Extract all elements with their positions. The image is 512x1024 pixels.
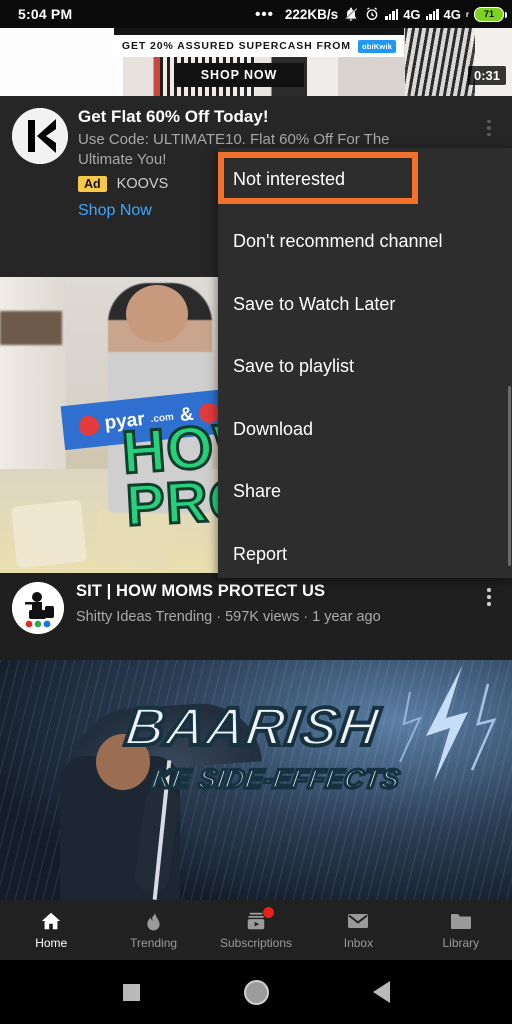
ad-badge: Ad <box>78 176 107 193</box>
nav-item-subscriptions[interactable]: Subscriptions <box>205 900 307 960</box>
home-icon <box>40 910 62 932</box>
context-menu[interactable]: Not interested Don't recommend channel S… <box>218 148 512 578</box>
bell-off-icon <box>343 6 359 22</box>
alarm-icon <box>364 6 380 22</box>
envelope-icon <box>346 910 370 932</box>
nav-item-library[interactable]: Library <box>410 900 512 960</box>
nav-label-inbox: Inbox <box>343 936 374 950</box>
flame-icon <box>143 910 164 932</box>
ad-overflow-menu-icon[interactable] <box>476 112 502 144</box>
ad-title: Get Flat 60% Off Today! <box>78 107 269 126</box>
network-speed-label: 222KB/s <box>284 6 339 22</box>
koovs-logo <box>12 108 68 164</box>
triangle-back-icon[interactable] <box>372 981 390 1003</box>
network-type-1: 4G <box>403 6 421 22</box>
status-bar: 5:04 PM ••• 222KB/s 4G 4G r 71 <box>0 0 512 28</box>
banner-stripe-pattern-2 <box>405 28 475 96</box>
menu-item-not-interested[interactable]: Not interested <box>218 148 512 211</box>
circle-home-icon[interactable] <box>243 979 269 1005</box>
thumb2-title-sub: KE SIDE-EFFECTS <box>148 763 403 796</box>
mobikwik-logo: obiKwik <box>357 39 397 53</box>
status-time: 5:04 PM <box>18 6 73 22</box>
youtube-app-screen: 5:04 PM ••• 222KB/s 4G 4G r 71 GET 20% A… <box>0 0 512 1024</box>
network-type-2: 4G <box>443 6 461 22</box>
channel-avatar[interactable] <box>12 582 64 634</box>
android-navigation-bar <box>0 960 512 1024</box>
subscriptions-badge <box>263 907 275 918</box>
battery-icon: 71 <box>474 6 507 22</box>
nav-label-library: Library <box>442 936 480 950</box>
banner-headline: GET 20% ASSURED SUPERCASH FROM <box>121 40 351 52</box>
video-meta-1: Shitty Ideas Trending · 597K views · 1 y… <box>76 609 381 625</box>
thumb1-person-head <box>126 285 188 343</box>
menu-item-save-to-watch-later[interactable]: Save to Watch Later <box>218 273 512 336</box>
status-icons: ••• 222KB/s 4G 4G r 71 <box>255 5 507 23</box>
signal-icon <box>425 8 439 20</box>
ad-video-banner[interactable]: GET 20% ASSURED SUPERCASH FROM obiKwik S… <box>0 28 512 96</box>
ad-shop-now-link[interactable]: Shop Now <box>78 202 152 220</box>
bottom-navigation: Home Trending Subscriptions Inbox Librar… <box>0 900 512 960</box>
banner-duration-label: 0:31 <box>467 66 506 85</box>
nav-item-home[interactable]: Home <box>0 900 102 960</box>
nav-label-subscriptions: Subscriptions <box>219 936 293 950</box>
battery-level-label: 71 <box>483 9 494 19</box>
signal-icon <box>385 8 399 20</box>
roaming-indicator: r <box>465 9 469 19</box>
nav-item-inbox[interactable]: Inbox <box>307 900 409 960</box>
menu-item-report[interactable]: Report <box>218 523 512 586</box>
menu-item-save-to-playlist[interactable]: Save to playlist <box>218 336 512 399</box>
thumb1-shelf <box>0 311 62 345</box>
menu-item-download[interactable]: Download <box>218 398 512 461</box>
banner-shop-now-button[interactable]: SHOP NOW <box>174 63 304 87</box>
square-recents-icon[interactable] <box>122 983 140 1001</box>
more-dots-icon: ••• <box>255 5 274 23</box>
menu-scrollbar[interactable] <box>508 386 511 566</box>
subscriptions-icon <box>244 907 275 932</box>
video-thumbnail-2[interactable]: BAARISH KE SIDE-EFFECTS <box>0 660 512 905</box>
nav-label-trending: Trending <box>130 936 178 950</box>
nav-item-trending[interactable]: Trending <box>102 900 204 960</box>
video-overflow-menu-icon[interactable] <box>478 582 500 612</box>
folder-icon <box>449 910 473 932</box>
nav-label-home: Home <box>35 936 68 950</box>
thumb1-cushion <box>10 499 88 569</box>
ad-brand-label: KOOVS <box>116 176 169 193</box>
menu-item-dont-recommend-channel[interactable]: Don't recommend channel <box>218 211 512 274</box>
thumb2-title-main: BAARISH <box>120 695 385 759</box>
banner-headline-strip: GET 20% ASSURED SUPERCASH FROM obiKwik <box>114 35 404 57</box>
banner-top-cap <box>114 28 404 35</box>
heart-icon <box>75 412 103 440</box>
menu-item-share[interactable]: Share <box>218 461 512 524</box>
